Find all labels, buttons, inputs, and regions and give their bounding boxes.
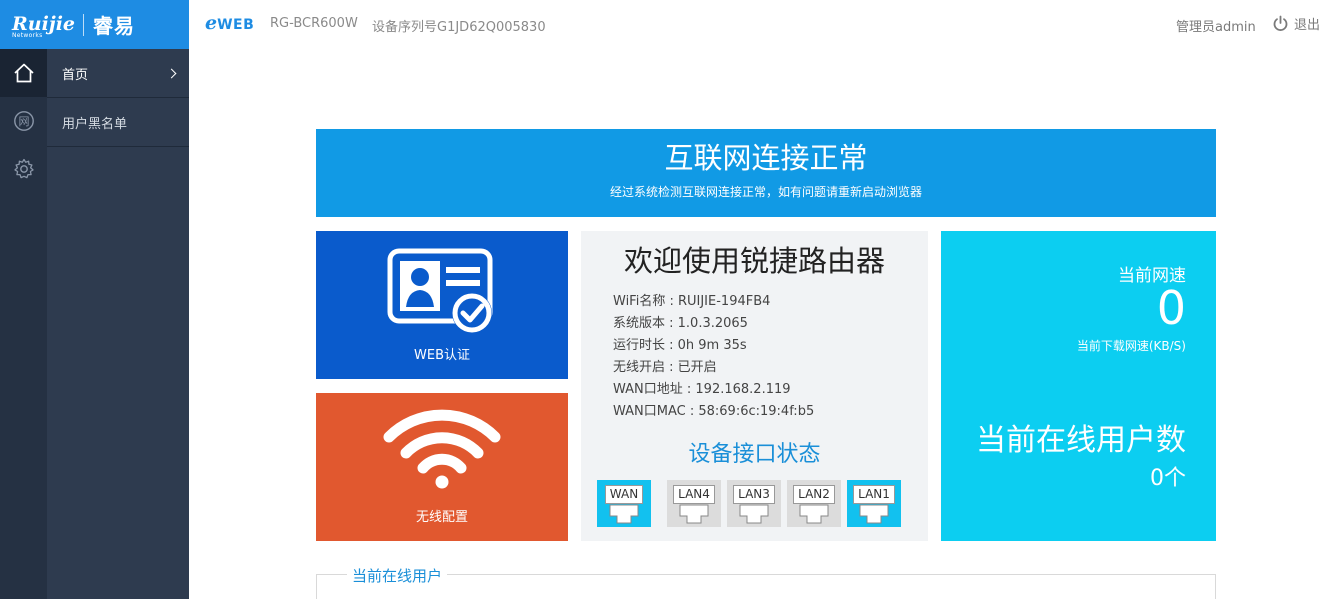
device-model: RG-BCR600W [270,16,358,31]
info-row-uptime: 运行时长 : 0h 9m 35s [613,338,747,353]
banner-title: 互联网连接正常 [664,141,868,175]
network-stats-panel: 当前网速 0 当前下载网速(KB/S) 当前在线用户数 0个 [941,231,1216,541]
port-label: LAN1 [853,485,895,504]
admin-user[interactable]: 管理员admin [1176,16,1256,35]
device-info-list: WiFi名称 : RUIJIE-194FB4 系统版本 : 1.0.3.2065… [613,291,928,423]
brand-logo[interactable]: Ruijie Networks 睿易 [0,0,189,49]
rail-item-home[interactable] [0,49,47,97]
wireless-config-tile[interactable]: 无线配置 [316,393,568,541]
web-auth-tile[interactable]: WEB认证 [316,231,568,379]
network-icon: 网 [13,111,34,131]
online-users-count: 0个 [1150,466,1186,491]
submenu-item-label: 用户黑名单 [62,116,128,132]
online-users-label: 当前在线用户数 [976,423,1186,458]
gear-icon [13,158,34,179]
interface-status-title: 设备接口状态 [688,442,821,467]
port-label: LAN2 [793,485,835,504]
submenu-item-blacklist[interactable]: 用户黑名单 [47,98,189,147]
online-users-title: 当前在线用户 [347,565,448,586]
info-row-wireless-status: 无线开启 : 已开启 [613,360,717,375]
rail-item-settings[interactable] [0,145,47,193]
ethernet-port-icon [859,504,889,524]
port-lan3[interactable]: LAN3 [727,480,781,527]
ethernet-port-icon [739,504,769,524]
sidebar-rail: 网 [0,49,47,599]
eweb-e: e [205,12,218,34]
info-row-wifi-name: WiFi名称 : RUIJIE-194FB4 [613,294,771,309]
ethernet-port-icon [799,504,829,524]
port-lan1[interactable]: LAN1 [847,480,901,527]
chevron-right-icon [166,68,177,78]
id-card-check-icon [387,248,493,333]
power-icon [1273,15,1288,31]
router-info-panel: 欢迎使用锐捷路由器 WiFi名称 : RUIJIE-194FB4 系统版本 : … [581,231,928,541]
port-label: LAN3 [733,485,775,504]
info-row-wan-ip: WAN口地址 : 192.168.2.119 [613,382,791,397]
wireless-config-label: 无线配置 [415,510,468,525]
banner-subtitle: 经过系统检测互联网连接正常，如有问题请重新启动浏览器 [609,185,922,199]
logo-divider [83,13,85,36]
port-label: LAN4 [673,485,715,504]
device-serial: 设备序列号G1JD62Q005830 [372,20,546,35]
ethernet-port-icon [609,504,639,524]
info-row-wan-mac: WAN口MAC : 58:69:6c:19:4f:b5 [613,404,815,419]
download-speed-caption: 当前下载网速(KB/S) [1076,339,1186,353]
sidebar-submenu: 首页 用户黑名单 [47,49,189,599]
port-lan4[interactable]: LAN4 [667,480,721,527]
logout-button[interactable]: 退出 [1272,14,1320,33]
ethernet-port-icon [679,504,709,524]
logout-label: 退出 [1294,18,1321,33]
eweb-logo: e WEB [205,12,254,34]
rail-item-network[interactable]: 网 [0,97,47,145]
eweb-text: WEB [217,17,255,33]
port-status-list: WAN LAN4 LAN3 LAN2 LAN1 [597,480,907,527]
port-label: WAN [604,485,644,504]
top-bar: e WEB RG-BCR600W 设备序列号G1JD62Q005830 管理员a… [189,0,1336,49]
port-wan[interactable]: WAN [597,480,651,527]
info-row-system-version: 系统版本 : 1.0.3.2065 [613,316,748,331]
wifi-icon [383,409,501,489]
logo-sub: Networks [12,32,43,39]
connection-status-banner: 互联网连接正常 经过系统检测互联网连接正常，如有问题请重新启动浏览器 [316,129,1216,217]
network-glyph: 网 [18,115,29,128]
online-users-section [316,574,1216,599]
web-auth-label: WEB认证 [414,348,470,363]
submenu-item-home[interactable]: 首页 [47,49,189,98]
ruijie-logo: Ruijie Networks [12,15,75,39]
home-icon [13,63,34,83]
welcome-title: 欢迎使用锐捷路由器 [623,244,885,278]
logo-cn-text: 睿易 [93,14,136,38]
port-lan2[interactable]: LAN2 [787,480,841,527]
submenu-item-label: 首页 [62,67,89,83]
speed-value: 0 [1156,281,1186,335]
router-admin-page: Ruijie Networks 睿易 网 首页 用户黑名单 e WEB RG-B… [0,0,1336,599]
